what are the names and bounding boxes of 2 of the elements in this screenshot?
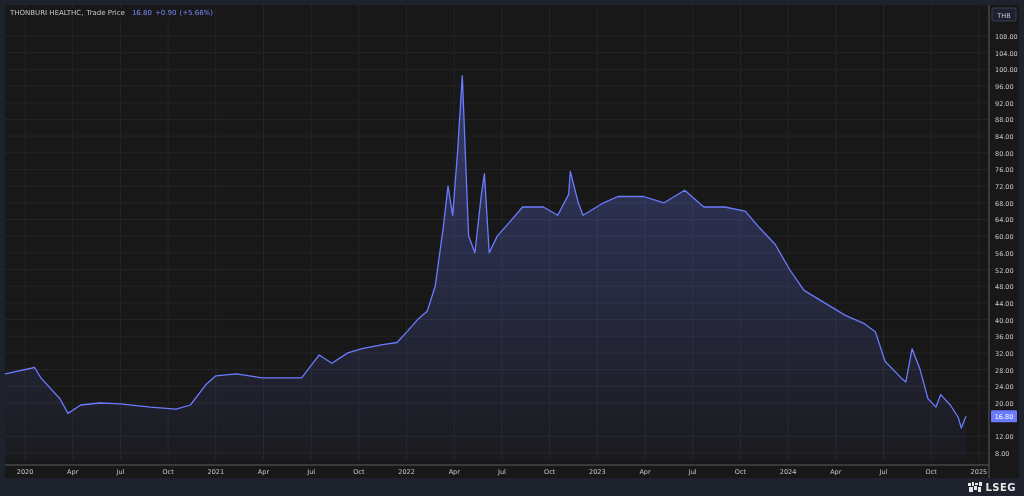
logo-text: LSEG [985, 481, 1016, 493]
logo-icon [968, 482, 983, 492]
